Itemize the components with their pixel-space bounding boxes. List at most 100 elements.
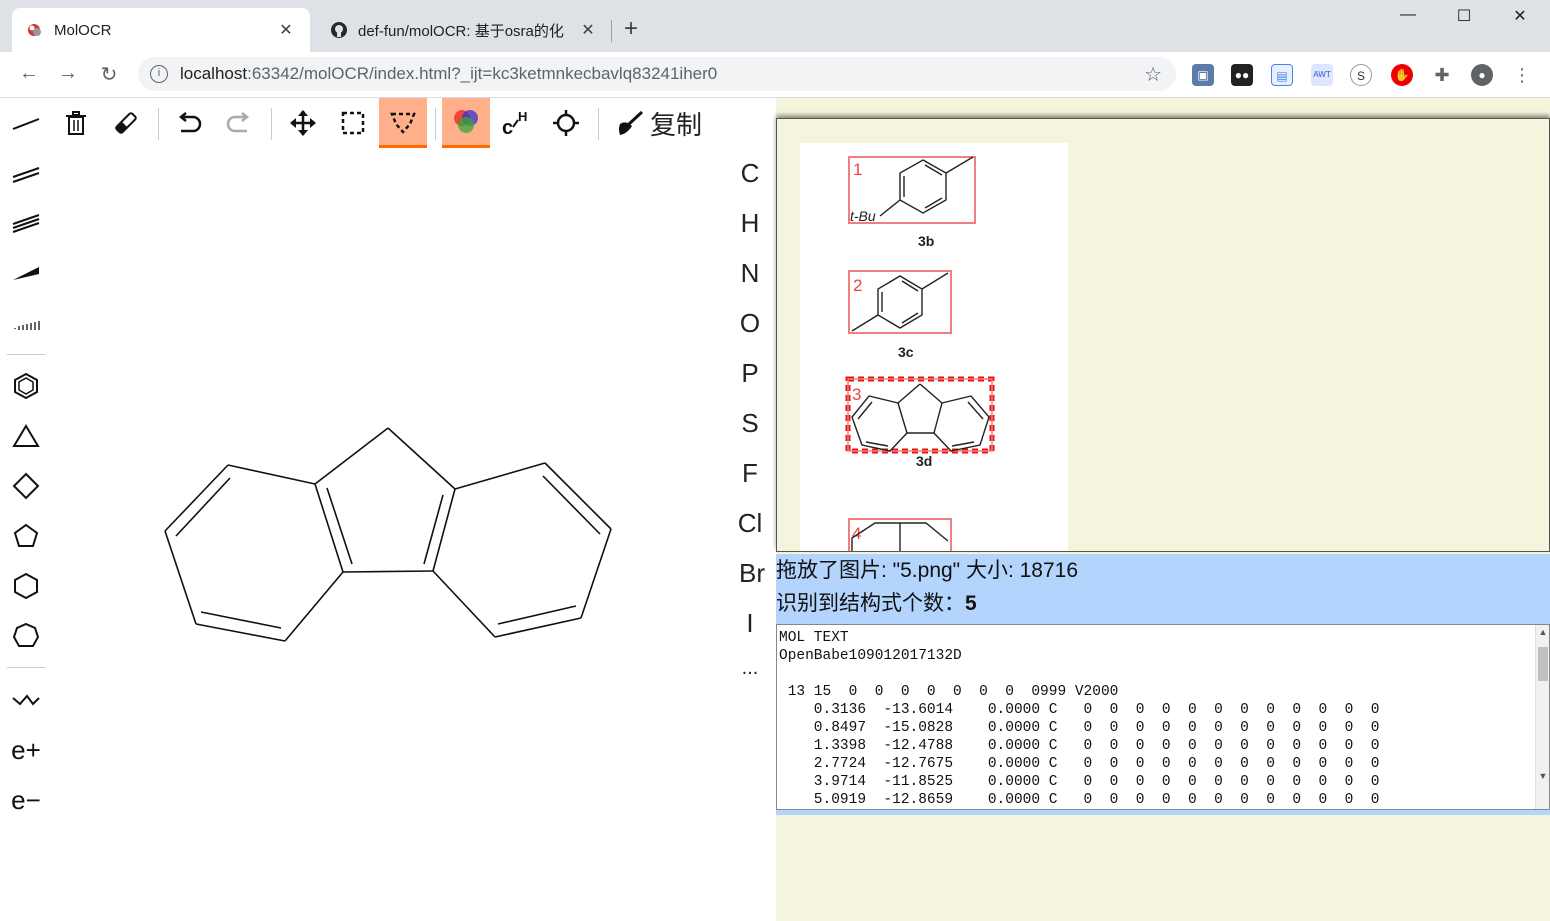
tab-title: MolOCR — [54, 21, 112, 39]
image-extension-icon[interactable]: ▣ — [1192, 64, 1214, 86]
tool-divider — [7, 667, 45, 668]
drop-info: 拖放了图片: "5.png" 大小: 18716 — [776, 559, 1079, 582]
structure-editor: e+ e− c H 复制 C H N O P S F Cl Br I ... — [0, 98, 776, 921]
hash-bond-icon — [14, 321, 40, 330]
maximize-icon[interactable]: ☐ — [1444, 6, 1484, 26]
atom-br-button[interactable]: Br — [732, 553, 772, 593]
scroll-down-icon[interactable]: ▼ — [1536, 771, 1549, 781]
cyclopentane-tool[interactable] — [6, 516, 46, 556]
cycloheptane-tool[interactable] — [6, 616, 46, 656]
extensions-puzzle-icon[interactable]: ✚ — [1431, 64, 1453, 86]
wedge-bond-tool[interactable] — [6, 253, 46, 293]
double-bond-tool[interactable] — [6, 153, 46, 193]
broom-icon — [619, 110, 644, 135]
delete-button[interactable] — [52, 98, 100, 148]
tab-close-icon[interactable]: ✕ — [276, 20, 296, 40]
cyclopropane-tool[interactable] — [6, 416, 46, 456]
url-host: localhost — [180, 64, 248, 83]
undo-icon — [178, 112, 202, 133]
benzene-tool[interactable] — [6, 366, 46, 406]
cyclobutane-tool[interactable] — [6, 466, 46, 506]
heptagon-ring-icon — [12, 622, 40, 647]
compound-index-3: 3 — [852, 385, 861, 404]
compound-index-1: 1 — [853, 160, 862, 179]
forward-icon[interactable]: → — [55, 62, 81, 85]
undo-button[interactable] — [165, 98, 213, 148]
redo-icon — [226, 112, 250, 133]
minimize-icon[interactable]: — — [1388, 6, 1428, 24]
site-info-icon[interactable]: i — [150, 65, 168, 83]
triangle-ring-icon — [12, 424, 40, 447]
compound-label-3: 3d — [916, 453, 932, 469]
reload-icon[interactable]: ↻ — [96, 62, 122, 87]
atom-s-button[interactable]: S — [730, 403, 770, 443]
molecule-canvas[interactable] — [100, 398, 660, 798]
lasso-select-button[interactable] — [379, 98, 427, 148]
tab-github[interactable]: def-fun/molOCR: 基于osra的化 ✕ — [316, 8, 612, 52]
triple-bond-icon — [12, 214, 40, 233]
trash-icon — [66, 111, 86, 135]
tool-divider — [271, 108, 272, 140]
atom-c-button[interactable]: C — [730, 153, 770, 193]
scroll-up-icon[interactable]: ▲ — [1536, 627, 1549, 637]
recognized-count-value: 5 — [965, 592, 977, 615]
hexagon-ring-icon — [14, 572, 38, 600]
copy-button[interactable]: 复制 — [608, 98, 718, 148]
svg-text:c: c — [502, 117, 513, 137]
move-arrows-icon — [290, 110, 316, 136]
mol-text-area[interactable]: MOL TEXT OpenBabe109012017132D 13 15 0 0… — [776, 624, 1550, 810]
benzene-icon — [14, 372, 38, 400]
chrome-menu-icon[interactable]: ⋮ — [1511, 64, 1533, 86]
recognized-count-label: 识别到结构式个数： — [776, 592, 965, 615]
compound-index-2: 2 — [853, 276, 862, 295]
docs-extension-icon[interactable]: ▤ — [1271, 64, 1293, 86]
atom-cl-button[interactable]: Cl — [730, 503, 770, 543]
move-button[interactable] — [279, 98, 327, 148]
tab-molocr[interactable]: MolOCR ✕ — [12, 8, 310, 52]
dev-extension-icon[interactable]: AWT — [1311, 64, 1333, 86]
cyclohexane-tool[interactable] — [6, 566, 46, 606]
back-icon[interactable]: ← — [16, 62, 42, 85]
profile-avatar-icon[interactable]: ● — [1471, 64, 1493, 86]
scroll-thumb[interactable] — [1538, 647, 1548, 681]
charge-minus-label: e− — [11, 784, 41, 815]
atom-o-button[interactable]: O — [730, 303, 770, 343]
copy-label: 复制 — [650, 109, 703, 140]
triple-bond-tool[interactable] — [6, 203, 46, 243]
eraser-button[interactable] — [102, 98, 150, 148]
compound-substituent-1: t-Bu — [850, 208, 876, 224]
hash-bond-tool[interactable] — [6, 303, 46, 343]
hydrogen-button[interactable]: cH — [492, 98, 540, 148]
close-window-icon[interactable]: ✕ — [1500, 6, 1540, 26]
more-atoms-button[interactable]: ... — [730, 653, 770, 693]
atom-n-button[interactable]: N — [730, 253, 770, 293]
redo-button[interactable] — [215, 98, 263, 148]
tool-divider — [7, 354, 45, 355]
compound-box-3-selected[interactable] — [845, 376, 995, 454]
mol-text-scrollbar[interactable]: ▲ ▼ — [1535, 625, 1549, 809]
eraser-icon — [115, 112, 137, 134]
atom-p-button[interactable]: P — [730, 353, 770, 393]
single-bond-tool[interactable] — [6, 103, 46, 143]
status-area: 拖放了图片: "5.png" 大小: 18716 识别到结构式个数：5 — [776, 554, 1550, 626]
negative-charge-tool[interactable]: e− — [6, 780, 46, 820]
chain-tool[interactable] — [6, 680, 46, 720]
adblock-extension-icon[interactable]: ✋ — [1391, 64, 1413, 86]
rect-select-button[interactable] — [329, 98, 377, 148]
tool-divider — [598, 108, 599, 140]
new-tab-icon[interactable]: + — [624, 17, 638, 41]
address-bar[interactable]: i localhost:63342/molOCR/index.html?_ijt… — [138, 57, 1176, 91]
center-button[interactable] — [542, 98, 590, 148]
positive-charge-tool[interactable]: e+ — [6, 730, 46, 770]
color-button[interactable] — [442, 98, 490, 148]
atom-f-button[interactable]: F — [730, 453, 770, 493]
tab-separator — [611, 20, 612, 42]
atom-h-button[interactable]: H — [730, 203, 770, 243]
s-extension-icon[interactable]: S — [1350, 64, 1372, 86]
atom-i-button[interactable]: I — [730, 603, 770, 643]
github-icon — [330, 21, 348, 39]
source-image-panel[interactable]: 1 t-Bu 3b 2 3c 3 3d 4 — [776, 118, 1550, 552]
tab-close-icon[interactable]: ✕ — [578, 20, 598, 40]
bookmark-star-icon[interactable]: ☆ — [1144, 62, 1162, 87]
tampermonkey-extension-icon[interactable]: ●● — [1231, 64, 1253, 86]
